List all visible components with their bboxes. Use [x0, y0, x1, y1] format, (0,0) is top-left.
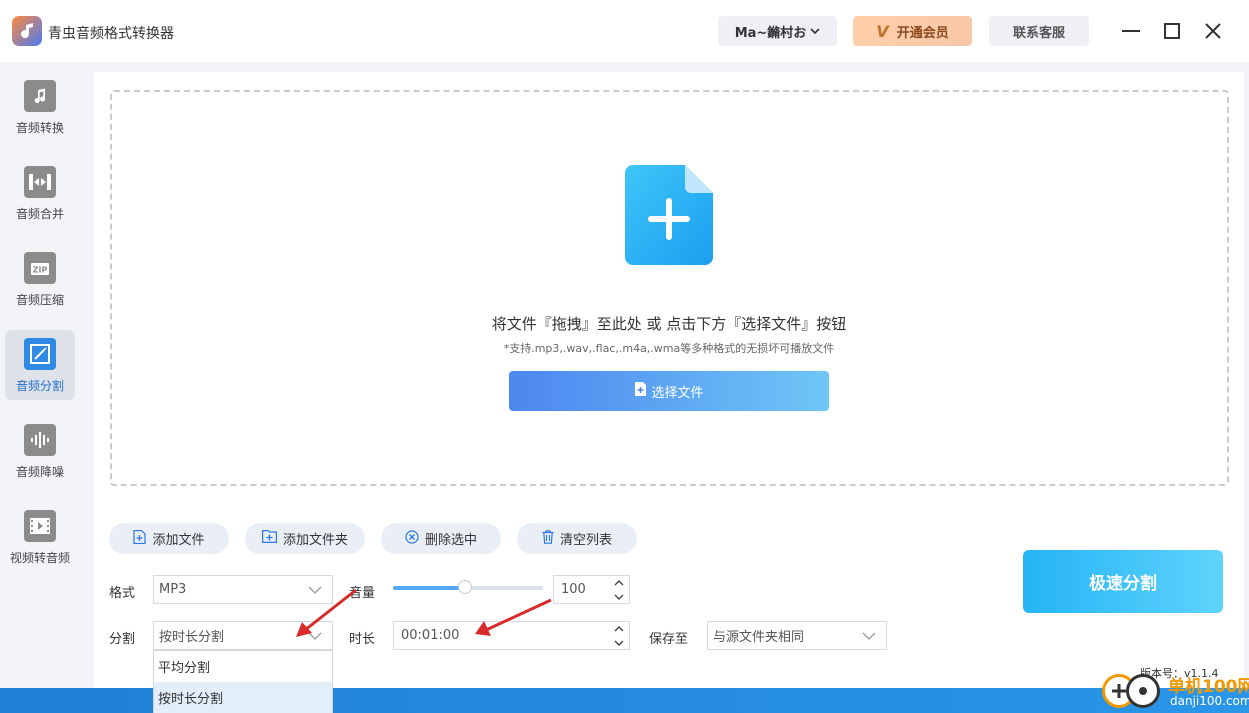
- watermark-logo: 单机100网 danji100.com: [1100, 668, 1249, 713]
- red-arrow-icon: [296, 588, 357, 637]
- record-circle-icon: [1126, 674, 1160, 708]
- watermark-url: danji100.com: [1170, 694, 1249, 708]
- red-arrow-icon: [475, 598, 552, 636]
- annotation-arrows: [296, 588, 552, 637]
